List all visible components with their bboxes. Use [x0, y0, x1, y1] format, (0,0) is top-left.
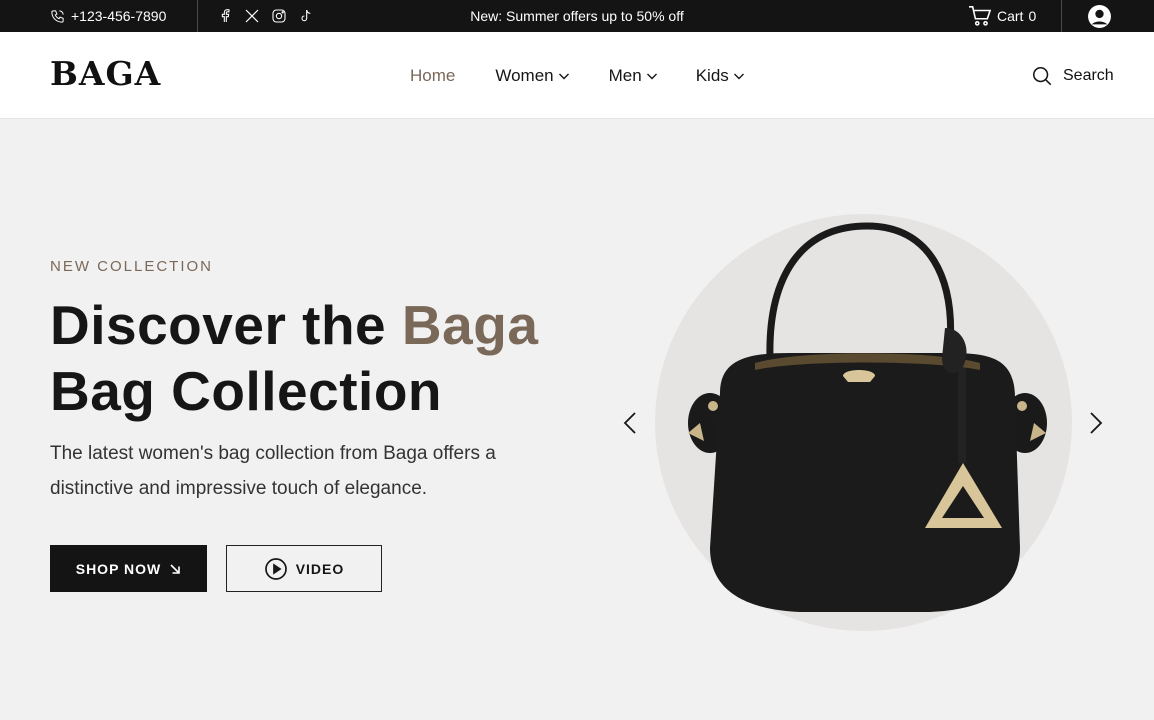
- shop-now-label: SHOP NOW: [75, 560, 162, 577]
- chevron-down-icon: [646, 73, 657, 79]
- chevron-down-icon: [558, 73, 569, 79]
- chevron-down-icon: [733, 73, 744, 79]
- arrow-down-right-icon: [170, 563, 181, 574]
- nav-item-kids[interactable]: Kids: [696, 66, 745, 86]
- nav-item-men[interactable]: Men: [609, 66, 658, 86]
- main-nav: Home Women Men Kids: [410, 32, 745, 119]
- phone-icon: [51, 9, 64, 23]
- video-button[interactable]: VIDEO: [226, 545, 382, 592]
- hero-title-part2: Bag Collection: [50, 360, 443, 422]
- social-links: [216, 0, 315, 32]
- brand-logo[interactable]: BAGA: [50, 54, 161, 93]
- top-bar: +123-456-7890 New: Summer offers up to 5…: [0, 0, 1154, 32]
- shop-now-button[interactable]: SHOP NOW: [50, 545, 207, 592]
- phone-contact[interactable]: +123-456-7890: [50, 0, 166, 32]
- play-circle-icon: [264, 557, 287, 580]
- hero-description: The latest women's bag collection from B…: [50, 443, 496, 499]
- cart-icon: [969, 6, 992, 26]
- carousel-prev-arrow-icon[interactable]: [619, 410, 643, 436]
- divider: [197, 0, 198, 32]
- search-icon: [1032, 66, 1052, 85]
- video-label: VIDEO: [295, 560, 345, 577]
- search-button[interactable]: Search: [1031, 32, 1114, 119]
- handbag-image: [688, 222, 1047, 612]
- cart-count: 0: [1028, 8, 1037, 24]
- phone-number: +123-456-7890: [71, 8, 167, 24]
- nav-item-home[interactable]: Home: [410, 66, 455, 86]
- carousel-next-arrow-icon[interactable]: [1083, 410, 1107, 436]
- facebook-icon[interactable]: [216, 7, 234, 25]
- promo-text: New: Summer offers up to 50% off: [470, 8, 684, 24]
- nav-label: Men: [608, 65, 642, 85]
- divider: [1061, 0, 1062, 32]
- hero-title-accent: Baga: [401, 294, 539, 356]
- cart-button[interactable]: Cart 0: [968, 0, 1036, 32]
- x-icon[interactable]: [243, 7, 261, 25]
- hero-title: Discover the Baga Bag Collection: [50, 292, 538, 424]
- search-label: Search: [1063, 66, 1114, 84]
- instagram-icon[interactable]: [270, 7, 288, 25]
- hero-title-part1: Discover the: [50, 294, 402, 356]
- hero-eyebrow: NEW COLLECTION: [50, 258, 214, 275]
- cart-label: Cart: [997, 8, 1024, 24]
- nav-label: Home: [410, 65, 456, 85]
- account-icon[interactable]: [1087, 4, 1112, 29]
- nav-label: Kids: [695, 65, 729, 85]
- nav-item-women[interactable]: Women: [495, 66, 569, 86]
- site-header: BAGA Home Women Men Kids Search: [0, 32, 1154, 119]
- tiktok-icon[interactable]: [297, 7, 315, 25]
- nav-label: Women: [495, 65, 554, 85]
